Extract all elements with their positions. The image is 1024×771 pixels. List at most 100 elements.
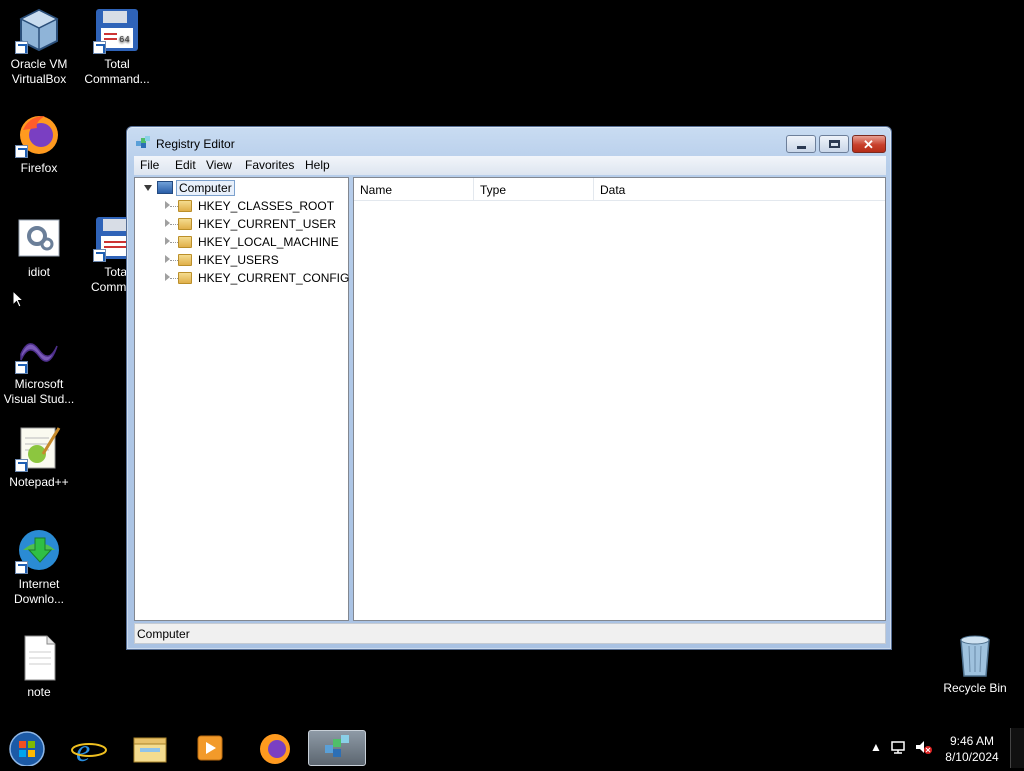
file-explorer-icon: [133, 737, 167, 763]
close-icon: ✕: [863, 137, 874, 152]
expand-arrow-icon[interactable]: [165, 219, 170, 227]
expand-arrow-icon[interactable]: [165, 201, 170, 209]
desktop-icon-label: Recycle Bin: [943, 681, 1007, 695]
start-button[interactable]: [0, 730, 58, 767]
shortcut-arrow-icon: [15, 361, 28, 374]
menu-edit[interactable]: Edit: [175, 158, 196, 172]
start-orb-icon: [9, 731, 45, 767]
registry-tree-pane[interactable]: Computer HKEY_CLASSES_ROOT HKEY_CURRENT_…: [134, 177, 349, 621]
tree-node-hkey-users[interactable]: HKEY_USERS: [135, 251, 348, 269]
column-header-row: Name Type Data: [354, 178, 885, 201]
virtualbox-icon: [15, 6, 63, 54]
menu-file[interactable]: File: [140, 158, 159, 172]
desktop-icon-firefox[interactable]: Firefox: [0, 110, 78, 176]
shortcut-arrow-icon: [15, 145, 28, 158]
system-clock[interactable]: 9:46 AM 8/10/2024: [942, 733, 1002, 765]
folder-icon: [178, 254, 192, 266]
tree-node-label: Computer: [176, 180, 235, 196]
desktop-icon-label: idiot: [27, 265, 50, 279]
menu-view[interactable]: View: [206, 158, 232, 172]
expand-arrow-icon[interactable]: [165, 255, 170, 263]
tree-node-hkey-current-config[interactable]: HKEY_CURRENT_CONFIG: [135, 269, 350, 287]
tree-node-label: HKEY_USERS: [198, 253, 279, 267]
total-commander-icon: 64: [93, 6, 141, 54]
registry-editor-icon: [325, 735, 349, 757]
status-text: Computer: [137, 627, 190, 641]
tree-node-label: HKEY_CURRENT_USER: [198, 217, 337, 231]
tree-connector: [170, 206, 178, 207]
expand-arrow-icon[interactable]: [165, 273, 170, 281]
internet-explorer-icon: e: [71, 732, 107, 768]
desktop-icon-label: note: [27, 685, 51, 699]
tree-node-hkey-local-machine[interactable]: HKEY_LOCAL_MACHINE: [135, 233, 348, 251]
registry-editor-window[interactable]: Registry Editor ✕ File Edit View Favorit…: [126, 126, 892, 650]
tree-node-hkey-current-user[interactable]: HKEY_CURRENT_USER: [135, 215, 348, 233]
taskbar-file-explorer[interactable]: [120, 730, 178, 766]
menu-help[interactable]: Help: [305, 158, 330, 172]
show-desktop-button[interactable]: [1010, 728, 1024, 768]
desktop-icon-label: Oracle VM VirtualBox: [10, 57, 68, 86]
maximize-button[interactable]: [819, 135, 849, 153]
mouse-cursor-icon: [12, 290, 24, 308]
settings-file-icon: [15, 214, 63, 262]
tree-connector: [170, 278, 178, 279]
maximize-icon: [829, 140, 840, 148]
tree-node-label: HKEY_CURRENT_CONFIG: [198, 271, 350, 285]
title-bar[interactable]: Registry Editor ✕: [127, 127, 891, 157]
tree-connector: [170, 242, 178, 243]
show-hidden-icons-icon[interactable]: ▲: [870, 740, 882, 754]
folder-icon: [178, 272, 192, 284]
firefox-icon: [15, 110, 63, 158]
visual-studio-icon: [15, 326, 63, 374]
column-header-type[interactable]: Type: [474, 178, 594, 200]
shortcut-arrow-icon: [15, 561, 28, 574]
shortcut-arrow-icon: [15, 459, 28, 472]
desktop-icon-idiot[interactable]: idiot: [0, 214, 78, 280]
desktop-icon-recycle-bin[interactable]: Recycle Bin: [936, 630, 1014, 696]
menu-bar: File Edit View Favorites Help: [134, 156, 886, 175]
registry-values-pane[interactable]: Name Type Data: [353, 177, 886, 621]
shortcut-arrow-icon: [93, 41, 106, 54]
minimize-button[interactable]: [786, 135, 816, 153]
window-title: Registry Editor: [156, 137, 235, 151]
tree-connector: [170, 260, 178, 261]
menu-favorites[interactable]: Favorites: [245, 158, 294, 172]
column-header-name[interactable]: Name: [354, 178, 474, 200]
taskbar-firefox[interactable]: [246, 730, 304, 766]
firefox-icon: [260, 734, 290, 764]
tree-node-label: HKEY_CLASSES_ROOT: [198, 199, 335, 213]
tree-node-hkey-classes-root[interactable]: HKEY_CLASSES_ROOT: [135, 197, 348, 215]
desktop-icon-label: Microsoft Visual Stud...: [3, 377, 75, 406]
close-button[interactable]: ✕: [852, 135, 886, 153]
svg-text:64: 64: [119, 35, 130, 45]
desktop: Oracle VM VirtualBox 64 Total Command...…: [0, 0, 1024, 728]
recycle-bin-icon: [951, 630, 999, 678]
desktop-icon-notepadpp[interactable]: Notepad++: [0, 424, 78, 490]
taskbar-media-player[interactable]: [180, 730, 238, 766]
taskbar-internet-explorer[interactable]: e: [60, 730, 118, 768]
clock-date: 8/10/2024: [945, 750, 999, 764]
shortcut-arrow-icon: [93, 249, 106, 262]
svg-text:e: e: [76, 732, 90, 766]
desktop-icon-internet-download-manager[interactable]: Internet Downlo...: [0, 526, 78, 607]
desktop-icon-virtualbox[interactable]: Oracle VM VirtualBox: [0, 6, 78, 87]
registry-editor-icon: [136, 136, 150, 148]
clock-time: 9:46 AM: [949, 734, 995, 748]
taskbar: e ▲ 9:46 AM 8/10/2024: [0, 728, 1024, 768]
taskbar-registry-editor[interactable]: [308, 730, 366, 766]
desktop-icon-visual-studio[interactable]: Microsoft Visual Stud...: [0, 326, 78, 407]
tree-node-label: HKEY_LOCAL_MACHINE: [198, 235, 339, 249]
folder-icon: [178, 236, 192, 248]
desktop-icon-label: Notepad++: [9, 475, 69, 489]
collapse-arrow-icon[interactable]: [144, 185, 152, 191]
notepadpp-icon: [15, 424, 63, 472]
desktop-icon-label: Internet Downlo...: [13, 577, 65, 606]
desktop-icon-label: Total Command...: [84, 57, 150, 86]
volume-muted-icon[interactable]: [914, 739, 932, 755]
tree-node-computer[interactable]: Computer: [135, 179, 348, 197]
expand-arrow-icon[interactable]: [165, 237, 170, 245]
desktop-icon-total-commander[interactable]: 64 Total Command...: [78, 6, 156, 87]
column-header-data[interactable]: Data: [594, 178, 774, 200]
desktop-icon-note[interactable]: note: [0, 634, 78, 700]
network-icon[interactable]: [890, 739, 906, 755]
